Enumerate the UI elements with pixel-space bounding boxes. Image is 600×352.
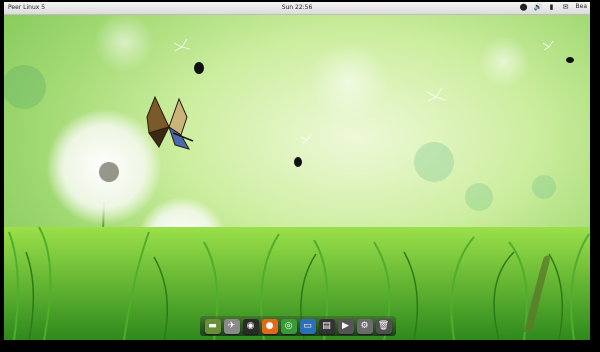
panel-clock[interactable]: Sun 22:56 <box>4 4 590 11</box>
system-tray: ⬤ 🔊 ▮ ✉ Bea <box>520 3 587 11</box>
firefox-icon[interactable]: ● <box>261 318 278 334</box>
clapperboard-icon[interactable]: ▤ <box>318 318 335 334</box>
chrome-icon[interactable]: ◎ <box>280 318 297 334</box>
wallpaper-art <box>4 12 590 340</box>
trash-icon[interactable]: 🗑 <box>375 318 392 334</box>
rocket-launcher-icon[interactable]: ✈ <box>223 318 240 334</box>
screen: Peer Linux 5 Sun 22:56 ⬤ 🔊 ▮ ✉ Bea ▬ ✈ ◉ ● ◎… <box>0 0 600 352</box>
mail-icon[interactable]: ✉ <box>562 3 570 11</box>
steam-icon[interactable]: ◉ <box>242 318 259 334</box>
network-icon[interactable]: ⬤ <box>520 3 528 11</box>
top-panel: Peer Linux 5 Sun 22:56 ⬤ 🔊 ▮ ✉ Bea <box>4 2 590 15</box>
terminal-icon[interactable]: ▬ <box>204 318 221 334</box>
dock: ▬ ✈ ◉ ● ◎ ▭ ▤ ▶ ⚙ 🗑 <box>200 316 396 336</box>
desktop-wallpaper[interactable]: Peer Linux 5 Sun 22:56 ⬤ 🔊 ▮ ✉ Bea ▬ ✈ ◉ ● ◎… <box>4 2 590 340</box>
user-menu[interactable]: Bea <box>576 3 587 11</box>
media-player-icon[interactable]: ▶ <box>337 318 354 334</box>
settings-icon[interactable]: ⚙ <box>356 318 373 334</box>
volume-icon[interactable]: 🔊 <box>534 3 543 11</box>
screen-icon[interactable]: ▭ <box>299 318 316 334</box>
battery-icon[interactable]: ▮ <box>548 3 556 11</box>
